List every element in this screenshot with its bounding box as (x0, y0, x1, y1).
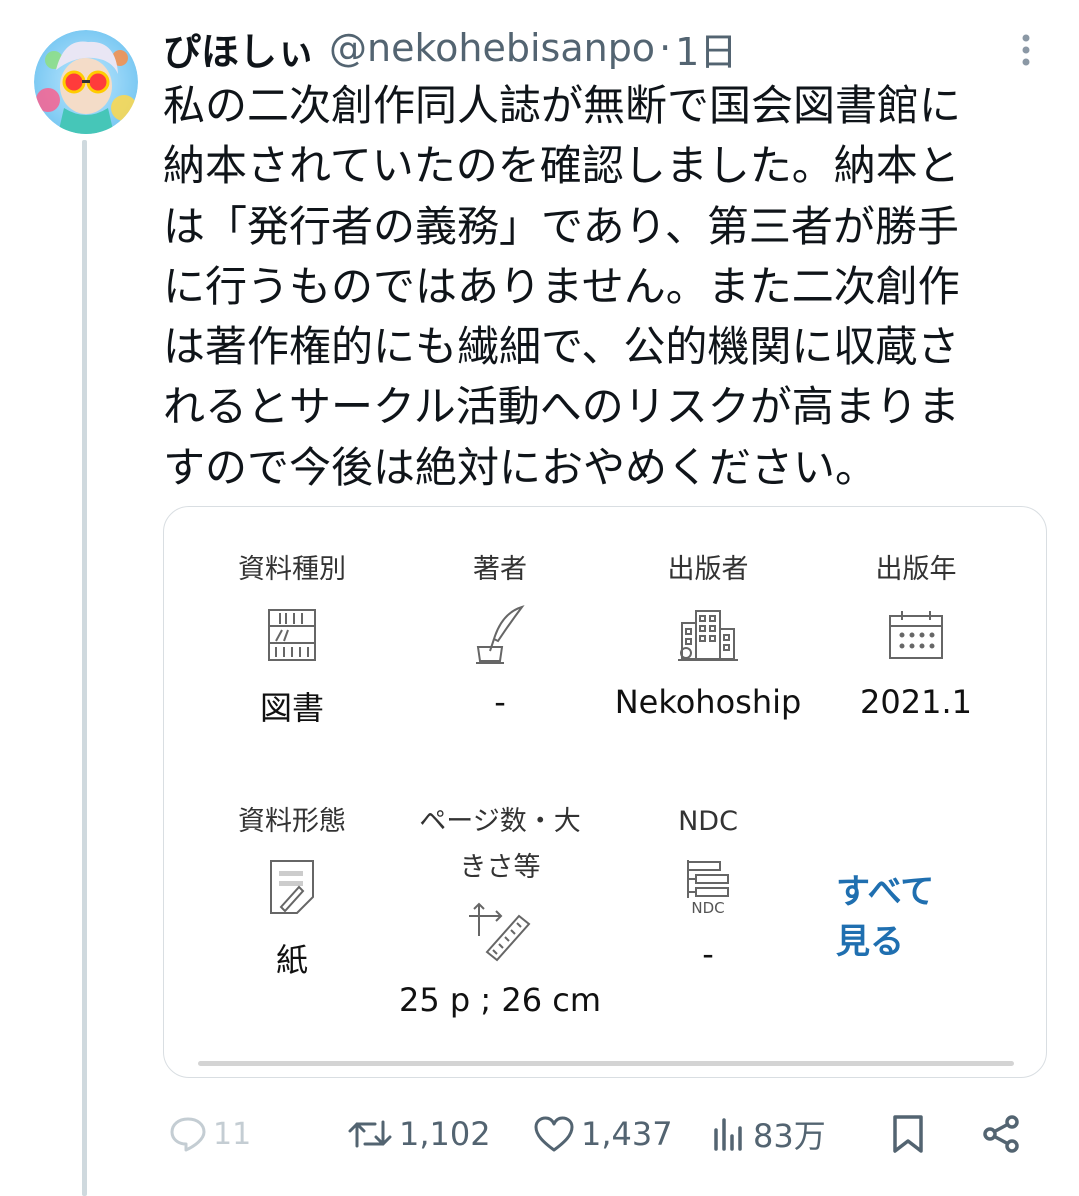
field-label: 資料種別 (238, 554, 346, 585)
field-material-type: 資料種別 図書 (222, 547, 362, 729)
separator-dot: · (659, 26, 672, 70)
see-all-line: 見る (836, 922, 904, 962)
retweet-count: 1,102 (399, 1115, 491, 1153)
quill-pen-icon (472, 601, 528, 669)
tweet-line: は著作権的にも繊細で、公的機関に収蔵さ (163, 322, 960, 372)
views-count: 83万 (753, 1117, 826, 1155)
like-count: 1,437 (581, 1115, 673, 1153)
share-button[interactable] (981, 1104, 1021, 1164)
ndc-icon-text: NDC (691, 899, 725, 917)
field-value: Nekohoship (614, 683, 802, 721)
tweet-text: 私の二次創作同人誌が無断で国会図書館に 納本されていたのを確認しました。納本と … (163, 76, 1043, 498)
heart-icon (534, 1116, 574, 1152)
reply-button[interactable]: 11 (169, 1104, 251, 1164)
user-handle[interactable]: @nekohebisanpo (329, 26, 655, 70)
display-name[interactable]: ぴほしぃ (163, 21, 315, 76)
field-value: 25 p ; 26 cm (399, 981, 601, 1019)
field-label: NDC (678, 806, 738, 837)
tweet-line: に行うものではありません。また二次創作 (163, 261, 960, 311)
bookshelf-icon (266, 601, 318, 669)
card-scrollbar (198, 1061, 1014, 1066)
retweet-button[interactable]: 1,102 (347, 1104, 491, 1164)
field-publisher: 出版者 Nekohoship (598, 547, 818, 721)
tweet-line: すので今後は絶対におやめください。 (163, 442, 878, 492)
reply-count: 11 (213, 1116, 252, 1152)
field-label: 資料形態 (238, 806, 346, 837)
reply-icon (170, 1117, 206, 1152)
field-label: きさ等 (459, 852, 541, 883)
field-material-form: 資料形態 紙 (222, 799, 362, 981)
bookmark-button[interactable] (891, 1104, 925, 1164)
field-pages-size: ページ数・大 きさ等 25 p ; 26 cm (390, 799, 610, 1019)
share-icon (983, 1115, 1019, 1153)
tweet-line: は「発行者の義務」であり、第三者が勝手 (163, 201, 959, 251)
retweet-icon (348, 1120, 392, 1148)
views-chart-icon (714, 1118, 742, 1151)
ndc-icon: NDC (684, 853, 732, 921)
like-button[interactable]: 1,437 (533, 1104, 673, 1164)
tweet-line: れるとサークル活動へのリスクが高まりま (163, 382, 960, 432)
see-all-link[interactable]: すべて 見る (836, 867, 934, 967)
document-icon (267, 853, 317, 921)
field-value: 図書 (259, 689, 324, 727)
field-ndc: NDC NDC - (638, 799, 778, 973)
field-publication-year: 出版年 2021.1 (846, 547, 986, 721)
see-all-line: すべて (836, 872, 935, 912)
field-value: 2021.1 (860, 683, 972, 721)
field-value: 紙 (275, 941, 308, 979)
tweet-header: ぴほしぃ @nekohebisanpo · 1日 (163, 22, 737, 74)
tweet-line: 納本されていたのを確認しました。納本と (163, 141, 960, 191)
field-label: 出版年 (875, 554, 957, 585)
more-options-icon[interactable] (1008, 28, 1044, 72)
field-value: - (702, 935, 714, 973)
field-author: 著者 - (430, 547, 570, 721)
avatar[interactable] (34, 30, 138, 134)
avatar-image (34, 30, 138, 134)
field-label: ページ数・大 (419, 806, 581, 837)
field-label: 出版者 (667, 554, 749, 585)
field-label: 著者 (473, 554, 527, 585)
calendar-icon (887, 601, 945, 669)
tweet-time[interactable]: 1日 (675, 21, 737, 76)
bookmark-icon (893, 1115, 923, 1153)
field-value: - (494, 683, 506, 721)
views-button[interactable]: 83万 (711, 1104, 826, 1164)
buildings-icon (678, 601, 738, 669)
tweet-line: 私の二次創作同人誌が無断で国会図書館に (163, 81, 962, 130)
thread-line (82, 140, 87, 1196)
action-bar: 11 1,102 1,437 83万 (163, 1104, 1043, 1164)
attached-image-card[interactable]: 資料種別 図書 著者 - 出版者 Nekohoship 出版年 2021.1 資… (163, 506, 1047, 1078)
ruler-icon (467, 899, 533, 967)
